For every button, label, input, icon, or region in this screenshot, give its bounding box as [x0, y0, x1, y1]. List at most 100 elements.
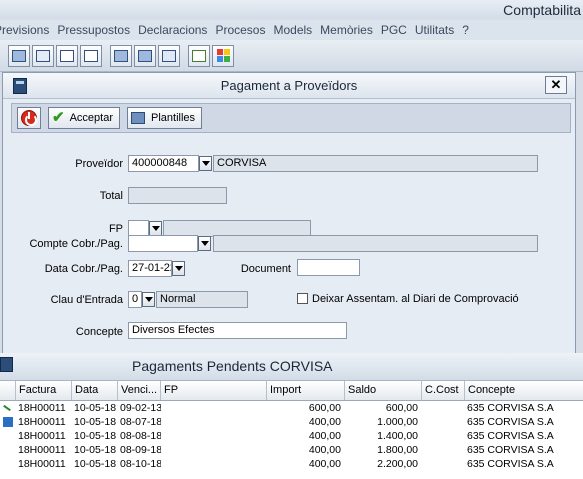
clau-label: Clau d'Entrada: [50, 294, 123, 306]
cell-concepte: 635 CORVISA S.A: [467, 444, 554, 456]
page-icon-button[interactable]: [80, 44, 102, 67]
cell-concepte: 635 CORVISA S.A: [467, 458, 554, 470]
calendar-icon: [162, 49, 176, 62]
row-indicator: [0, 443, 16, 457]
cell-data: 10-05-18: [74, 402, 117, 414]
report-icon-button[interactable]: [188, 44, 210, 67]
row-indicator: [0, 401, 16, 415]
report-icon: [192, 49, 206, 62]
table-row[interactable]: 18H00011 10-05-18 09-02-13 600,00 600,00…: [0, 401, 583, 415]
col-factura[interactable]: Factura: [16, 381, 72, 400]
table-row[interactable]: 18H00011 10-05-18 08-07-18 400,00 1.000,…: [0, 415, 583, 429]
menu-declaracions[interactable]: Declaracions: [134, 23, 211, 37]
col-ccost[interactable]: C.Cost: [422, 381, 465, 400]
panel-header: Pagaments Pendents CORVISA: [0, 353, 583, 381]
document-icon-button[interactable]: [56, 44, 78, 67]
menu-pressupostos[interactable]: Pressupostos: [53, 23, 134, 37]
cell-venci: 09-02-13: [120, 402, 161, 414]
col-concepte[interactable]: Concepte: [465, 381, 583, 400]
templates-button[interactable]: Plantilles: [127, 107, 203, 129]
app-title: Comptabilita: [0, 0, 583, 18]
search-doc-icon-button[interactable]: [32, 44, 54, 67]
data-label: Data Cobr./Pag.: [44, 263, 123, 275]
cell-ccost: [422, 443, 465, 457]
menu-models[interactable]: Models: [269, 23, 316, 37]
proveidor-dropdown-button[interactable]: [199, 156, 212, 171]
indicator-header: [0, 381, 16, 400]
window-icon-button[interactable]: [8, 44, 30, 67]
col-venci[interactable]: Venci...: [118, 381, 161, 400]
document-label: Document: [240, 263, 291, 275]
compte-dropdown-button[interactable]: [198, 236, 211, 251]
cell-venci: 08-09-18: [120, 444, 161, 456]
clau-dropdown-button[interactable]: [142, 292, 155, 307]
main-toolbar: [0, 40, 583, 72]
payment-dialog: Pagament a Proveïdors ✕ ✔ Acceptar Plant…: [2, 72, 576, 354]
template-icon: [131, 112, 145, 124]
cell-venci: 08-08-18: [120, 430, 161, 442]
compte-input[interactable]: [128, 235, 198, 252]
menu-pgc[interactable]: PGC: [377, 23, 411, 37]
menu-help[interactable]: ?: [458, 23, 473, 37]
cell-factura: 18H00011: [18, 458, 66, 470]
power-icon: [21, 110, 37, 126]
green-arrow-icon: [3, 404, 12, 412]
clau-input[interactable]: 0: [128, 291, 142, 308]
search-doc-icon: [36, 49, 50, 62]
cell-factura: 18H00011: [18, 444, 66, 456]
col-saldo[interactable]: Saldo: [345, 381, 422, 400]
cell-saldo: 1.800,00: [377, 444, 418, 456]
calculator-icon: [0, 357, 13, 372]
menu-utilitats[interactable]: Utilitats: [411, 23, 458, 37]
accept-button[interactable]: ✔ Acceptar: [48, 107, 120, 129]
cell-import: 600,00: [308, 402, 341, 414]
dialog-title: Pagament a Proveïdors: [220, 78, 358, 93]
table-row[interactable]: 18H00011 10-05-18 08-10-18 400,00 2.200,…: [0, 457, 583, 471]
menubar: Previsions Pressupostos Declaracions Pro…: [0, 20, 583, 40]
cell-fp: [161, 443, 267, 457]
power-button[interactable]: [17, 107, 41, 129]
cell-ccost: [422, 415, 465, 429]
menu-procesos[interactable]: Procesos: [211, 23, 269, 37]
pending-payments-panel: Pagaments Pendents CORVISA Factura Data …: [0, 353, 583, 479]
export-icon-button[interactable]: [134, 44, 156, 67]
compte-label: Compte Cobr./Pag.: [29, 238, 123, 250]
import-icon-button[interactable]: [110, 44, 132, 67]
cell-concepte: 635 CORVISA S.A: [467, 430, 554, 442]
col-fp[interactable]: FP: [161, 381, 267, 400]
close-button[interactable]: ✕: [545, 76, 567, 94]
dialog-titlebar: Pagament a Proveïdors ✕: [3, 73, 575, 99]
cell-import: 400,00: [308, 458, 341, 470]
col-data[interactable]: Data: [72, 381, 118, 400]
cell-saldo: 600,00: [385, 402, 418, 414]
proveidor-code-input[interactable]: 400000848: [128, 155, 199, 172]
col-import[interactable]: Import: [267, 381, 345, 400]
total-field: [128, 187, 227, 204]
fp-dropdown-button[interactable]: [149, 221, 162, 236]
cell-factura: 18H00011: [18, 402, 66, 414]
cell-venci: 08-10-18: [120, 458, 161, 470]
import-icon: [114, 49, 128, 62]
page-icon: [84, 49, 98, 62]
cell-fp: [161, 415, 267, 429]
chevron-down-icon: [144, 297, 153, 302]
cell-saldo: 2.200,00: [377, 458, 418, 470]
chevron-down-icon: [151, 226, 160, 231]
cell-saldo: 1.400,00: [377, 430, 418, 442]
cell-fp: [161, 429, 267, 443]
menu-memories[interactable]: Memòries: [316, 23, 377, 37]
menu-previsions[interactable]: Previsions: [0, 23, 53, 37]
calendar-icon-button[interactable]: [158, 44, 180, 67]
palette-icon-button[interactable]: [212, 44, 234, 67]
accept-label: Acceptar: [69, 112, 113, 124]
date-input[interactable]: 27-01-22: [128, 260, 172, 277]
panel-title: Pagaments Pendents CORVISA: [132, 358, 333, 374]
concepte-input[interactable]: Diversos Efectes: [128, 322, 347, 339]
table-row[interactable]: 18H00011 10-05-18 08-09-18 400,00 1.800,…: [0, 443, 583, 457]
cell-data: 10-05-18: [74, 458, 117, 470]
cell-fp: [161, 401, 267, 415]
document-input[interactable]: [297, 259, 360, 276]
date-dropdown-button[interactable]: [172, 261, 185, 276]
table-row[interactable]: 18H00011 10-05-18 08-08-18 400,00 1.400,…: [0, 429, 583, 443]
deixar-checkbox[interactable]: [297, 293, 308, 304]
